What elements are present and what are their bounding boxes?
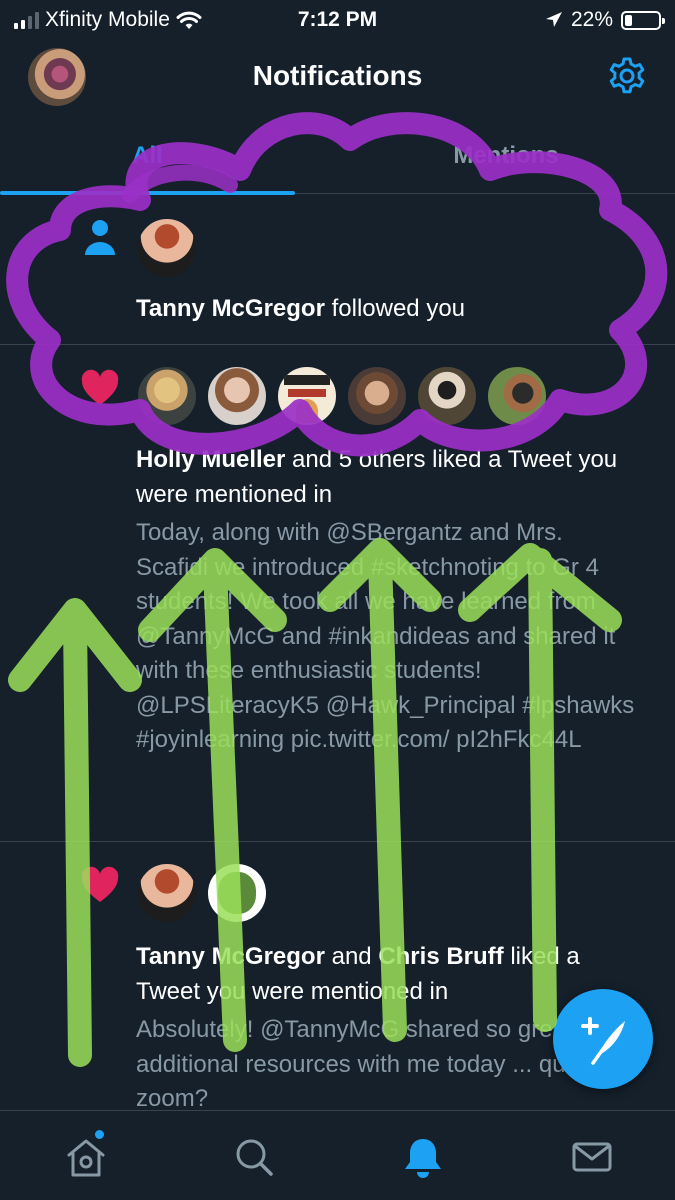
notification-tabs: All Mentions <box>0 118 675 195</box>
status-right: 22% <box>545 8 665 32</box>
notification-joiner: and <box>324 943 379 970</box>
location-arrow-icon <box>545 12 562 27</box>
tab-all[interactable]: All <box>0 118 295 194</box>
person-icon <box>85 220 115 255</box>
compose-tweet-button[interactable] <box>553 989 653 1089</box>
status-bar: Xfinity Mobile 7:12 PM 22% <box>0 0 675 40</box>
notifications-bell-icon[interactable] <box>401 1135 445 1179</box>
avatar-row <box>136 862 268 924</box>
tab-mentions[interactable]: Mentions <box>337 118 675 194</box>
avatar[interactable] <box>416 365 478 427</box>
actor-name[interactable]: Chris Bruff <box>378 943 503 970</box>
heart-icon <box>81 369 119 405</box>
battery-level <box>625 14 632 26</box>
home-notification-dot <box>95 1130 104 1139</box>
badge-stripe <box>288 389 326 397</box>
avatar-row <box>136 217 198 279</box>
tweet-preview: Today, along with @SBergantz and Mrs. Sc… <box>136 519 635 753</box>
avatar-row <box>136 365 548 427</box>
avatar[interactable] <box>206 862 268 924</box>
avatar[interactable] <box>136 217 198 279</box>
avatar[interactable] <box>486 365 548 427</box>
notification-text: Holly Mueller and 5 others liked a Tweet… <box>136 442 645 512</box>
knowledge-is-power-badge <box>284 375 330 385</box>
actor-name[interactable]: Tanny McGregor <box>136 943 325 970</box>
avatar[interactable] <box>206 365 268 427</box>
settings-gear-icon[interactable] <box>607 56 647 96</box>
battery-percentage: 22% <box>570 8 613 31</box>
home-icon[interactable] <box>64 1135 108 1179</box>
header: Notifications <box>0 40 675 114</box>
notification-text: Tanny McGregor followed you <box>136 291 645 326</box>
search-icon[interactable] <box>232 1135 276 1179</box>
avatar[interactable] <box>276 365 338 427</box>
heart-icon <box>81 866 119 902</box>
avatar[interactable] <box>136 365 198 427</box>
compose-tweet-icon <box>581 1017 625 1065</box>
notification-like[interactable]: Holly Mueller and 5 others liked a Tweet… <box>0 345 675 842</box>
page-title: Notifications <box>252 60 423 91</box>
notification-follow[interactable]: Tanny McGregor followed you <box>0 195 675 345</box>
messages-envelope-icon[interactable] <box>570 1135 614 1179</box>
bottom-navigation <box>0 1110 675 1200</box>
battery-icon <box>621 10 665 30</box>
notification-action: followed you <box>324 295 466 322</box>
actor-name[interactable]: Tanny McGregor <box>136 295 325 322</box>
avatar[interactable] <box>346 365 408 427</box>
badge-figure <box>296 399 318 423</box>
avatar[interactable] <box>136 862 198 924</box>
actor-name[interactable]: Holly Mueller <box>136 446 285 473</box>
